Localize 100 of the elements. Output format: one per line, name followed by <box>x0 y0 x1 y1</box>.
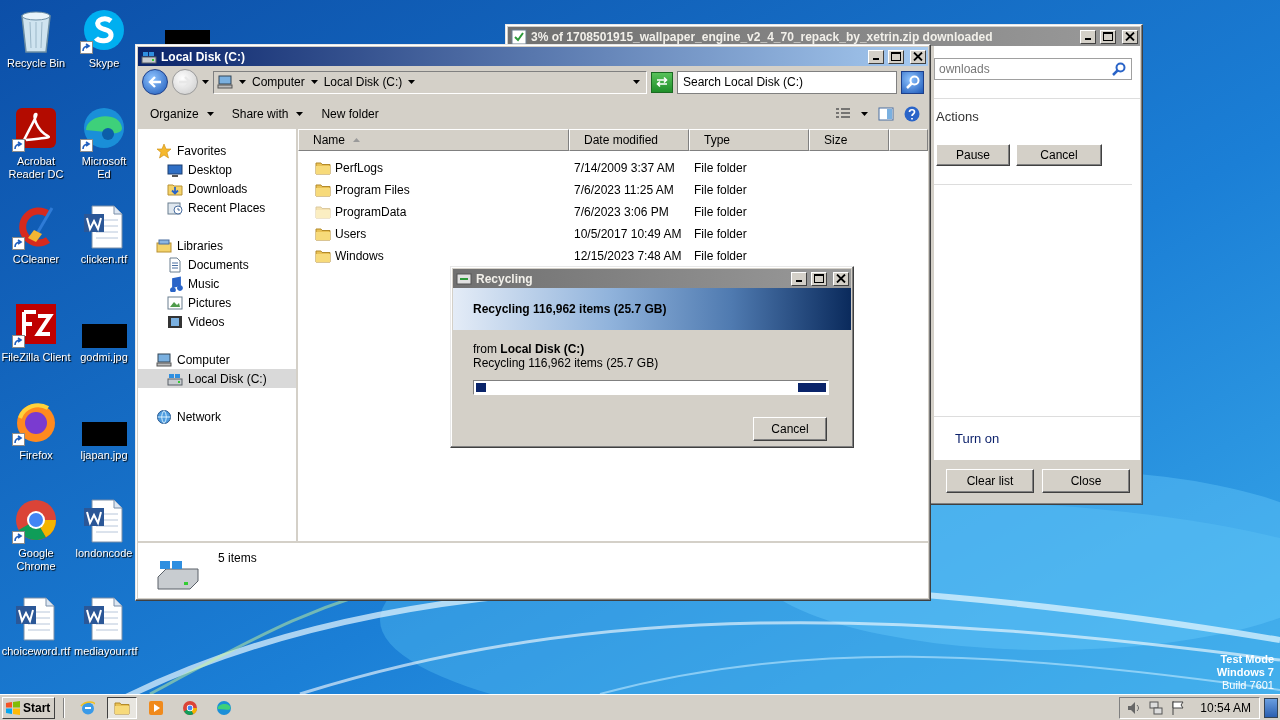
caret-icon <box>202 80 209 84</box>
help-icon <box>904 105 920 122</box>
nav-item[interactable]: Local Disk (C:) <box>138 369 296 388</box>
window-title: Local Disk (C:) <box>161 49 246 64</box>
view-menu-button[interactable] <box>859 109 870 118</box>
nav-item[interactable]: Videos <box>138 312 296 331</box>
network-icon <box>1148 699 1165 716</box>
thumbnail-icon[interactable] <box>82 422 127 446</box>
refresh-button[interactable] <box>651 71 673 93</box>
download-icon <box>511 28 527 45</box>
icon-label: Google Chrome <box>15 547 57 573</box>
watermark-text: Build 7601 <box>1222 679 1274 692</box>
nav-item[interactable]: Favorites <box>138 141 296 160</box>
search-field[interactable]: ownloads <box>934 58 1132 80</box>
item-count: 5 items <box>218 551 257 565</box>
action-button[interactable]: Pause <box>936 144 1010 166</box>
toolbar-button[interactable]: Organize <box>144 103 220 124</box>
music-note-icon <box>167 275 183 292</box>
minimize-button[interactable] <box>868 49 884 64</box>
type-cell-text: File folder <box>693 205 748 219</box>
clock: 10:54 AM <box>1200 700 1251 715</box>
date-cell-text: 10/5/2017 10:49 AM <box>573 227 683 241</box>
cancel-button[interactable]: Cancel <box>753 417 827 441</box>
action-button[interactable]: Cancel <box>1016 144 1102 166</box>
column-header[interactable]: Type <box>689 129 809 151</box>
taskbar-button[interactable] <box>107 696 138 719</box>
caret-icon <box>861 111 868 116</box>
toolbar-button[interactable]: New folder <box>315 103 385 124</box>
maximize-button[interactable] <box>888 49 904 64</box>
breadcrumb-item[interactable]: Computer <box>252 75 305 89</box>
icon-label: Microsoft Ed <box>80 155 128 181</box>
icon-label: Skype <box>88 57 120 70</box>
close-icon <box>836 274 846 283</box>
close-button[interactable] <box>1122 29 1138 44</box>
icon-label: choiceword.rtf <box>1 645 71 658</box>
search-field[interactable]: Search Local Disk (C:) <box>677 70 897 94</box>
source-text: from Local Disk (C:) <box>473 342 586 356</box>
nav-item[interactable]: Downloads <box>138 179 296 198</box>
nav-item[interactable]: Network <box>138 407 296 426</box>
nav-item[interactable]: Libraries <box>138 236 296 255</box>
back-button[interactable] <box>142 69 168 95</box>
column-header[interactable]: Name <box>298 129 569 151</box>
watermark-text: Test Mode <box>1220 653 1274 666</box>
edge-icon <box>216 699 233 716</box>
type-cell-text: File folder <box>693 227 748 241</box>
file-name[interactable]: Program Files <box>335 183 410 197</box>
section-heading: Actions <box>936 109 980 124</box>
progress-text: Recycling 116,962 items (25.7 GB) <box>473 356 660 370</box>
nav-item[interactable]: Pictures <box>138 293 296 312</box>
show-desktop-button[interactable] <box>1264 697 1278 718</box>
windows-flag-icon <box>5 699 21 716</box>
network-icon <box>156 408 172 425</box>
type-cell-text: File folder <box>693 161 748 175</box>
minimize-button[interactable] <box>1080 29 1096 44</box>
preview-pane-icon <box>878 105 894 122</box>
footer-button[interactable]: Close <box>1042 469 1130 493</box>
minimize-button[interactable] <box>791 271 807 286</box>
caret-icon <box>239 80 246 84</box>
maximize-icon <box>891 52 901 61</box>
turn-on-link[interactable]: Turn on <box>955 431 1000 446</box>
breadcrumb-item[interactable]: Local Disk (C:) <box>323 75 403 89</box>
nav-item[interactable]: Computer <box>138 350 296 369</box>
watermark-text: Windows 7 <box>1216 666 1274 679</box>
type-cell-text: File folder <box>693 249 748 263</box>
media-player-icon <box>148 699 165 716</box>
file-name[interactable]: ProgramData <box>335 205 407 219</box>
thumbnail-icon[interactable] <box>165 30 210 44</box>
file-name[interactable]: PerfLogs <box>335 161 384 175</box>
film-strip-icon <box>167 313 183 330</box>
close-button[interactable] <box>910 49 926 64</box>
nav-item[interactable]: Desktop <box>138 160 296 179</box>
maximize-button[interactable] <box>1100 29 1116 44</box>
picture-frame-icon <box>167 294 183 311</box>
nav-item[interactable]: Recent Places <box>138 198 296 217</box>
flag-icon <box>1170 699 1187 716</box>
icon-label: FileZilla Client <box>1 351 71 364</box>
recent-places-icon <box>167 199 183 216</box>
nav-item[interactable]: Documents <box>138 255 296 274</box>
date-cell-text: 7/6/2023 11:25 AM <box>573 183 675 197</box>
icon-label: CCleaner <box>12 253 60 266</box>
address-bar[interactable]: Computer Local Disk (C:) <box>213 70 647 94</box>
start-button[interactable]: Start <box>2 696 56 719</box>
arrow-left-icon <box>148 76 162 88</box>
thumbnail-icon[interactable] <box>82 324 127 348</box>
toolbar-button[interactable]: Share with <box>225 103 310 124</box>
column-header[interactable]: Size <box>809 129 889 151</box>
close-button[interactable] <box>833 271 849 286</box>
column-header[interactable]: Date modified <box>569 129 689 151</box>
icon-label: godmi.jpg <box>80 351 128 364</box>
maximize-button[interactable] <box>811 271 827 286</box>
nav-item[interactable]: Music <box>138 274 296 293</box>
maximize-icon <box>1103 32 1113 41</box>
search-button[interactable] <box>901 70 924 94</box>
close-icon <box>913 52 923 61</box>
file-name[interactable]: Windows <box>335 249 384 263</box>
recycle-icon <box>456 270 472 287</box>
file-name[interactable]: Users <box>335 227 367 241</box>
icon-label: londoncode <box>75 547 133 560</box>
close-icon <box>1125 32 1135 41</box>
footer-button[interactable]: Clear list <box>946 469 1034 493</box>
